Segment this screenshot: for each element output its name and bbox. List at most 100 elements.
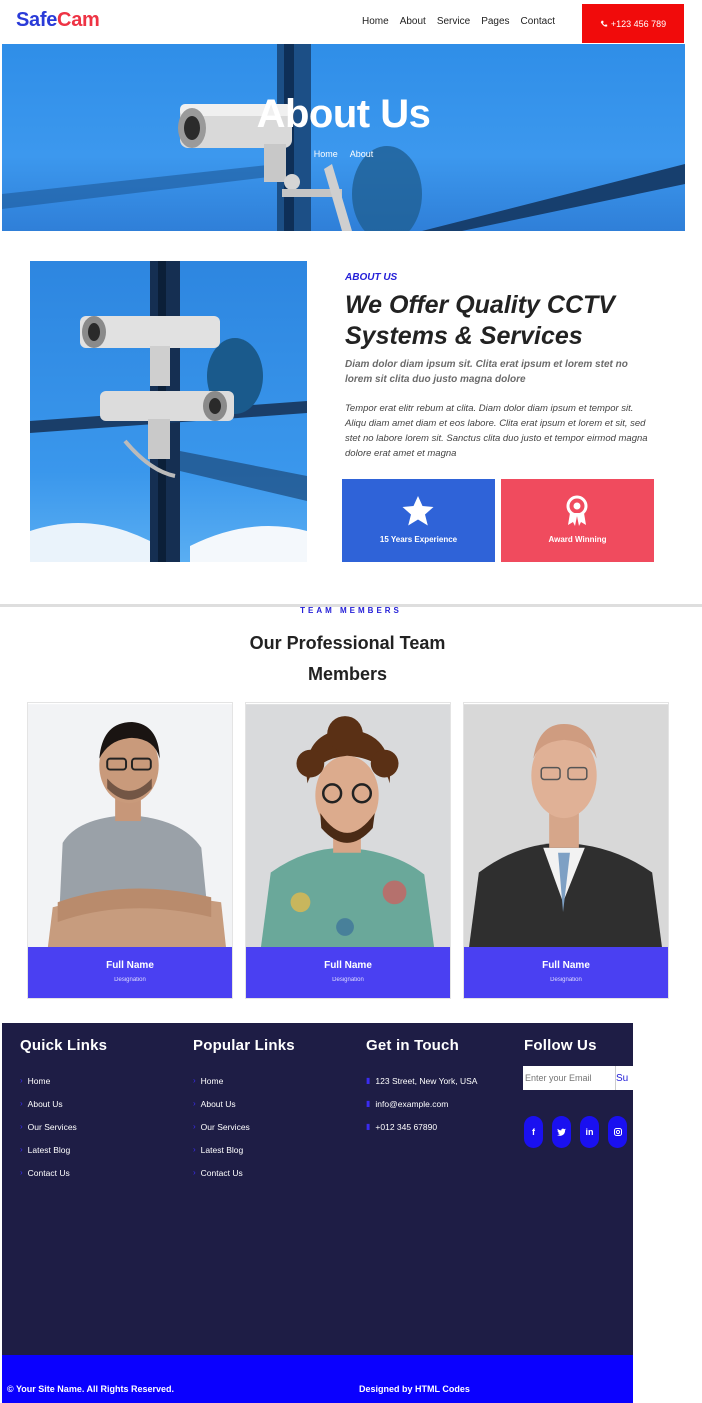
copyright-text: © Your Site Name. All Rights Reserved. (7, 1384, 175, 1394)
about-body-text: Tempor erat elitr rebum at clita. Diam d… (345, 403, 648, 459)
team-card-caption: Full Name Designation (246, 947, 450, 998)
map-marker-icon: ▮ (366, 1076, 371, 1085)
navbar: SafeCam Home About Service Pages Contact… (0, 0, 702, 44)
breadcrumb-home[interactable]: Home (314, 149, 338, 159)
footer-link[interactable]: › About Us (20, 1099, 107, 1122)
team-kicker: TEAM MEMBERS (300, 606, 402, 615)
contact-email-text: info@example.com (375, 1099, 449, 1109)
footer-link-label: About Us (27, 1099, 63, 1109)
team-card-caption: Full Name Designation (464, 947, 668, 998)
team-member-name: Full Name (542, 960, 590, 971)
phone-number: +123 456 789 (610, 18, 667, 29)
nav-link-service[interactable]: Service (437, 16, 470, 27)
nav-link-home[interactable]: Home (362, 16, 389, 27)
footer-quick-links: Quick Links › Home › About Us › Our Service… (20, 1037, 107, 1191)
footer-link-label: Latest Blog (200, 1145, 244, 1155)
footer-link[interactable]: › Home (193, 1076, 295, 1099)
nav-links: Home About Service Pages Contact (362, 16, 555, 27)
nav-link-about[interactable]: About (400, 16, 426, 27)
chevron-right-icon: › (20, 1145, 23, 1154)
award-icon (566, 495, 588, 526)
newsletter-submit-button[interactable]: Su (615, 1066, 633, 1090)
footer-link[interactable]: › Latest Blog (193, 1145, 295, 1168)
footer-link[interactable]: › Home (20, 1076, 107, 1099)
team-heading: Our Professional Team Members (249, 633, 446, 684)
team-member-designation: Designation (114, 977, 146, 983)
phone-button[interactable]: +123 456 789 (582, 4, 684, 43)
about-kicker: ABOUT US (345, 272, 398, 283)
brand-logo[interactable]: SafeCam (16, 9, 100, 32)
breadcrumb: Home About (2, 149, 685, 159)
stat-award-label: Award Winning (548, 535, 607, 544)
chevron-right-icon: › (193, 1076, 196, 1085)
brand-part-safe: Safe (16, 9, 58, 31)
chevron-right-icon: › (193, 1168, 196, 1177)
about-cctv-image (30, 261, 307, 562)
footer-heading-follow: Follow Us (524, 1037, 597, 1054)
footer-heading-popular-links: Popular Links (193, 1037, 295, 1054)
cctv-camera-illustration (30, 261, 307, 562)
chevron-right-icon: › (20, 1076, 23, 1085)
envelope-icon: ▮ (366, 1099, 371, 1108)
contact-address-text: 123 Street, New York, USA (375, 1076, 478, 1086)
team-member-name: Full Name (106, 960, 154, 971)
chevron-right-icon: › (193, 1145, 196, 1154)
footer-contact: Get in Touch ▮ 123 Street, New York, USA … (366, 1037, 477, 1145)
footer-link[interactable]: › Latest Blog (20, 1145, 107, 1168)
contact-email[interactable]: ▮ info@example.com (366, 1099, 477, 1122)
twitter-bird-glyph (557, 1128, 566, 1136)
hero-cctv-image (2, 44, 685, 231)
footer-link[interactable]: › Contact Us (20, 1168, 107, 1191)
newsletter-form: Su (523, 1066, 633, 1090)
newsletter-email-input[interactable] (523, 1066, 615, 1090)
linkedin-icon[interactable]: in (580, 1116, 599, 1148)
instagram-icon[interactable] (608, 1116, 627, 1148)
team-card-2[interactable]: Full Name Designation (245, 702, 451, 999)
stat-experience: 15 Years Experience (342, 479, 495, 562)
contact-phone-text: +012 345 67890 (375, 1122, 438, 1132)
team-member-name: Full Name (324, 960, 372, 971)
footer-popular-links: Popular Links › Home › About Us › Our Servi… (193, 1037, 295, 1191)
team-card-caption: Full Name Designation (28, 947, 232, 998)
footer-heading-quick-links: Quick Links (20, 1037, 108, 1054)
footer-link-label: Our Services (200, 1122, 250, 1132)
footer-link[interactable]: › Our Services (20, 1122, 107, 1145)
phone-icon (600, 20, 608, 27)
footer-heading-contact: Get in Touch (366, 1037, 459, 1054)
contact-address: ▮ 123 Street, New York, USA (366, 1076, 477, 1099)
footer-link-label: Home (27, 1076, 51, 1086)
chevron-right-icon: › (20, 1122, 23, 1131)
stat-award: Award Winning (501, 479, 654, 562)
team-card-1[interactable]: Full Name Designation (27, 702, 233, 999)
footer-link[interactable]: › Our Services (193, 1122, 295, 1145)
designed-by-text[interactable]: Designed by HTML Codes (359, 1384, 470, 1394)
team-member-designation: Designation (332, 977, 364, 983)
team-member-designation: Designation (550, 977, 582, 983)
footer-link[interactable]: › About Us (193, 1099, 295, 1122)
page-title: About Us (256, 92, 431, 136)
team-member-photo (464, 704, 668, 948)
breadcrumb-about: About (349, 149, 374, 159)
footer-link-label: Our Services (27, 1122, 77, 1132)
footer-link-label: Latest Blog (27, 1145, 71, 1155)
facebook-icon[interactable]: f (524, 1116, 543, 1148)
twitter-icon[interactable] (552, 1116, 571, 1148)
nav-link-contact[interactable]: Contact (521, 16, 555, 27)
chevron-right-icon: › (193, 1099, 196, 1108)
team-card-3[interactable]: Full Name Designation (463, 702, 669, 999)
footer-link-label: Contact Us (200, 1168, 243, 1178)
footer-link-label: About Us (200, 1099, 236, 1109)
footer-link[interactable]: › Contact Us (193, 1168, 295, 1191)
footer-link-label: Contact Us (27, 1168, 70, 1178)
copyright-bar: © Your Site Name. All Rights Reserved. D… (2, 1355, 633, 1403)
contact-phone[interactable]: ▮ +012 345 67890 (366, 1122, 477, 1145)
phone-icon: ▮ (366, 1122, 371, 1131)
brand-part-cam: Cam (57, 9, 100, 31)
team-member-photo (246, 704, 450, 948)
nav-link-pages[interactable]: Pages (481, 16, 509, 27)
hero-banner: About Us Home About (2, 44, 685, 231)
footer-link-label: Home (200, 1076, 224, 1086)
stat-experience-label: 15 Years Experience (379, 535, 458, 544)
star-icon (402, 496, 434, 526)
chevron-right-icon: › (20, 1099, 23, 1108)
